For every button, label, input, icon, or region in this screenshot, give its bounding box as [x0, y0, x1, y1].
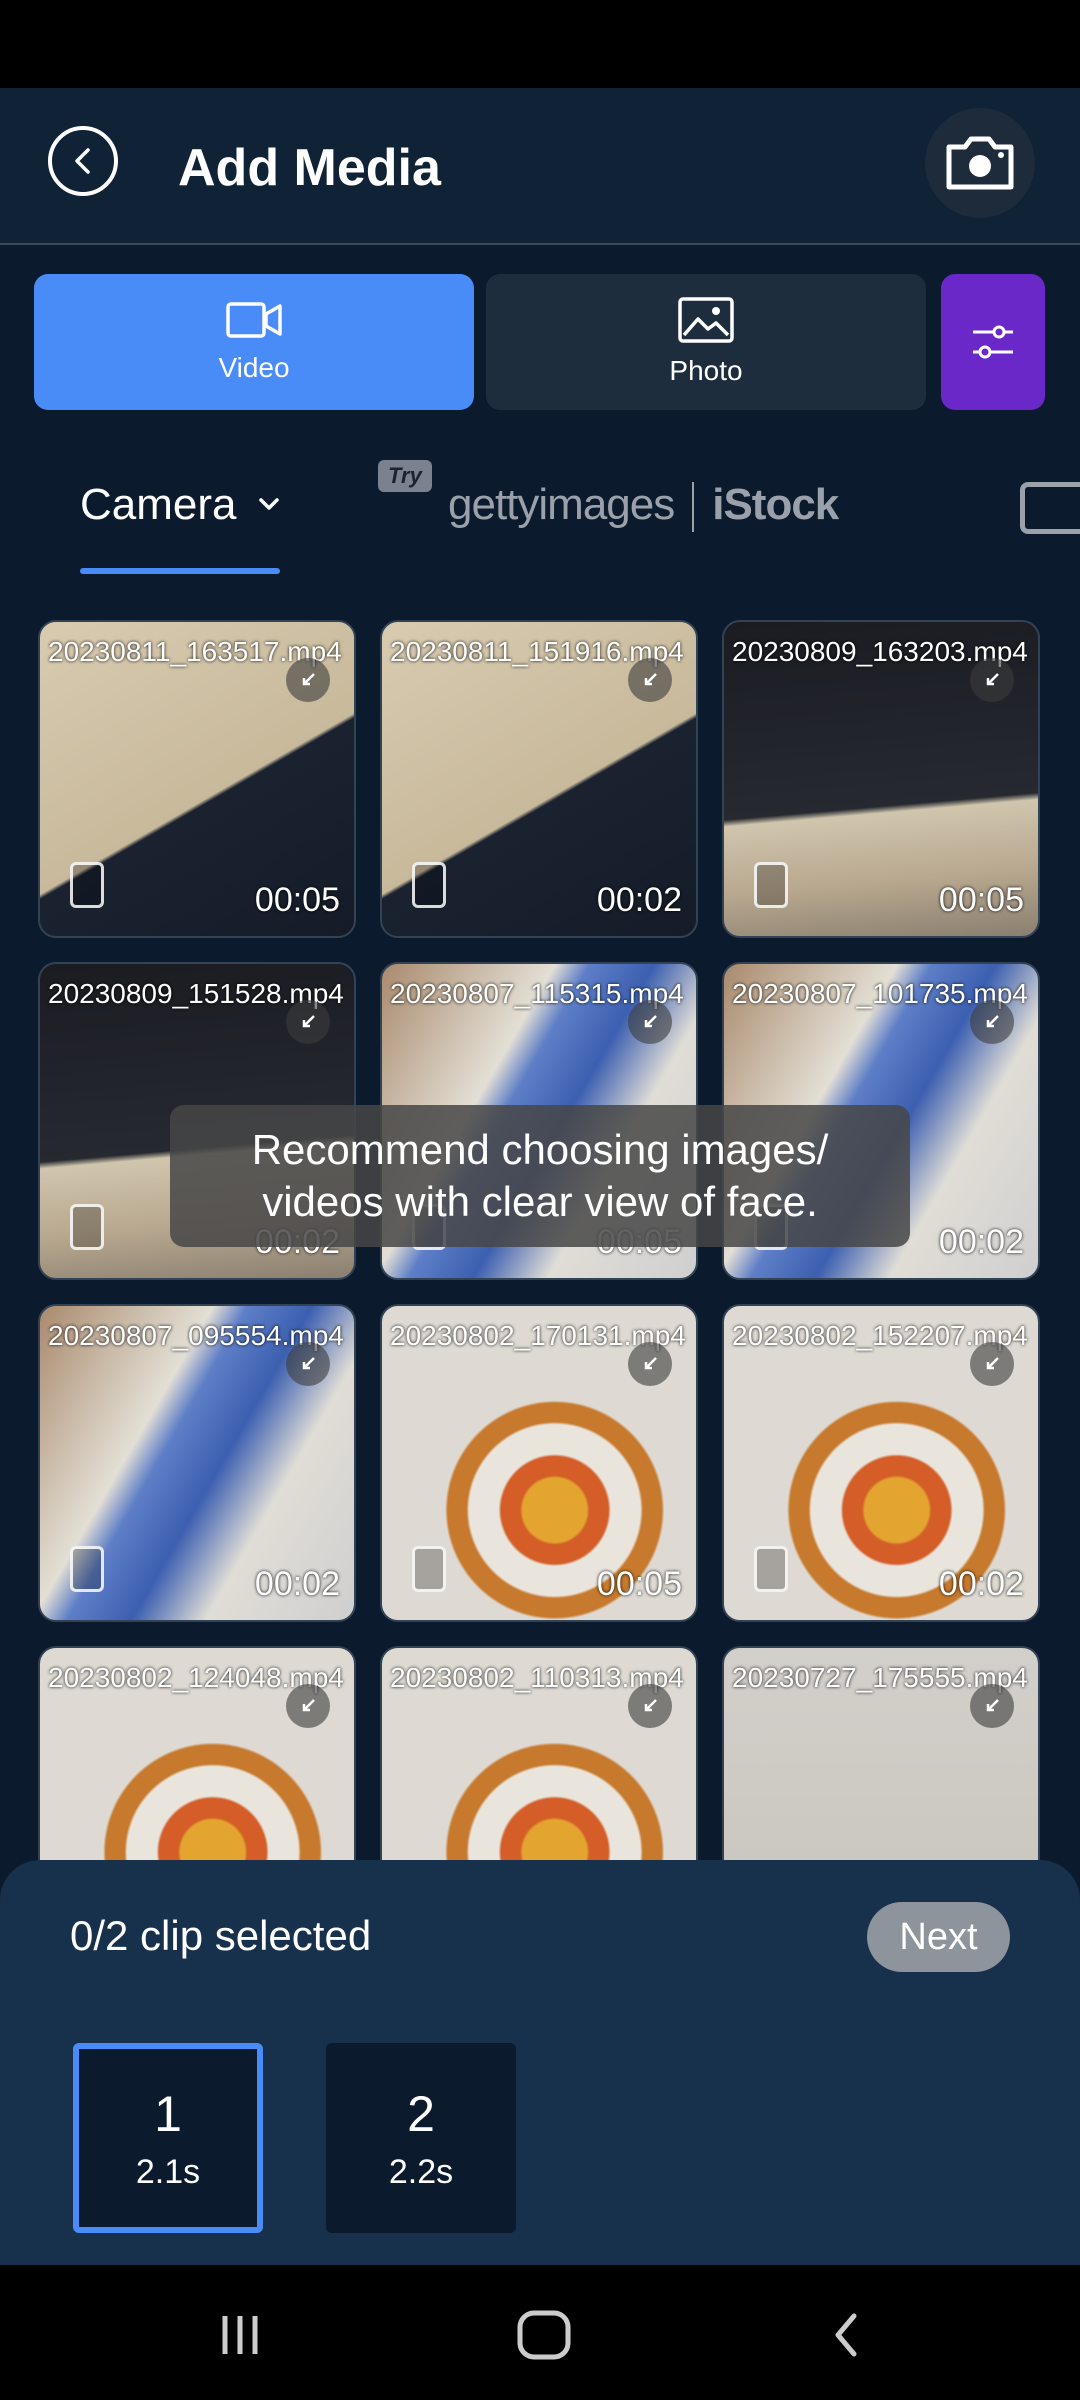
header: Add Media — [0, 88, 1080, 245]
media-duration: 00:02 — [596, 881, 682, 919]
clip-slot-1[interactable]: 1 2.1s — [73, 2043, 263, 2233]
media-item[interactable]: 20230811_151916.mp4 00:02 — [380, 620, 698, 938]
tab-video[interactable]: Video — [34, 274, 474, 410]
back-nav-button[interactable] — [806, 2305, 886, 2365]
shrink-icon[interactable] — [970, 658, 1014, 702]
filter-button[interactable] — [941, 274, 1045, 410]
clip-slot-2[interactable]: 2 2.2s — [326, 2043, 516, 2233]
recommend-toast: Recommend choosing images/ videos with c… — [170, 1105, 910, 1247]
camera-icon — [946, 136, 1014, 190]
media-item[interactable]: 20230727_175555.mp4 — [722, 1646, 1040, 1860]
shrink-icon[interactable] — [628, 658, 672, 702]
film-icon — [70, 862, 104, 908]
film-icon — [70, 1204, 104, 1250]
recents-icon — [222, 2316, 258, 2354]
mode-tabs: Video Photo — [0, 274, 1080, 412]
film-icon — [412, 862, 446, 908]
media-item[interactable]: 20230809_163203.mp4 00:05 — [722, 620, 1040, 938]
clip-slot-length: 2.2s — [388, 2152, 454, 2191]
media-item[interactable]: 20230811_163517.mp4 00:05 — [38, 620, 356, 938]
media-duration: 00:02 — [254, 1565, 340, 1603]
next-button[interactable]: Next — [867, 1902, 1010, 1972]
status-bar — [0, 0, 1080, 88]
media-item[interactable]: 20230802_152207.mp4 00:02 — [722, 1304, 1040, 1622]
shrink-icon[interactable] — [628, 1684, 672, 1728]
source-camera-label: Camera — [80, 480, 237, 529]
clip-slot-number: 1 — [154, 2085, 182, 2142]
source-camera-dropdown[interactable]: Camera — [80, 470, 289, 574]
filter-icon — [973, 325, 1013, 359]
selection-panel: 0/2 clip selected Next 1 2.1s 2 2.2s — [0, 1860, 1080, 2265]
recents-button[interactable] — [200, 2305, 280, 2365]
shrink-icon[interactable] — [286, 1342, 330, 1386]
istock-logo: iStock — [712, 480, 839, 529]
clip-selected-count: 0/2 clip selected — [70, 1912, 372, 1959]
media-item[interactable]: 20230802_110313.mp4 — [380, 1646, 698, 1860]
source-underline — [80, 568, 280, 574]
media-duration: 00:05 — [938, 881, 1024, 919]
shrink-icon[interactable] — [970, 1342, 1014, 1386]
clip-slot-length: 2.1s — [135, 2152, 201, 2191]
media-duration: 00:05 — [254, 881, 340, 919]
media-duration: 00:02 — [938, 1223, 1024, 1261]
getty-logo: gettyimages — [448, 480, 675, 529]
home-icon — [517, 2310, 571, 2360]
system-nav-bar — [0, 2265, 1080, 2400]
more-source-icon[interactable] — [1020, 482, 1080, 534]
tab-photo-label: Photo — [669, 355, 743, 386]
shrink-icon[interactable] — [286, 658, 330, 702]
film-icon — [754, 1546, 788, 1592]
chevron-down-icon — [258, 498, 279, 510]
film-icon — [754, 862, 788, 908]
media-item[interactable]: 20230807_095554.mp4 00:02 — [38, 1304, 356, 1622]
media-item[interactable]: 20230802_170131.mp4 00:05 — [380, 1304, 698, 1622]
source-row: Camera Try gettyimages iStock — [0, 440, 1080, 574]
back-icon — [75, 148, 90, 174]
tab-video-label: Video — [218, 352, 290, 383]
video-icon — [226, 302, 282, 338]
try-badge: Try — [378, 460, 432, 492]
shrink-icon[interactable] — [628, 1000, 672, 1044]
chevron-left-icon — [835, 2313, 857, 2357]
shrink-icon[interactable] — [970, 1684, 1014, 1728]
tab-photo[interactable]: Photo — [486, 274, 926, 410]
media-duration: 00:05 — [596, 1565, 682, 1603]
film-icon — [412, 1546, 446, 1592]
getty-istock-source[interactable]: gettyimages iStock — [448, 480, 839, 533]
logo-divider — [692, 482, 695, 533]
photo-icon — [678, 297, 734, 343]
media-item[interactable]: 20230802_124048.mp4 — [38, 1646, 356, 1860]
shrink-icon[interactable] — [286, 1000, 330, 1044]
back-button[interactable] — [48, 126, 118, 196]
clip-slot-number: 2 — [407, 2085, 435, 2142]
camera-button[interactable] — [925, 108, 1035, 218]
home-button[interactable] — [504, 2305, 584, 2365]
film-icon — [70, 1546, 104, 1592]
page-title: Add Media — [178, 139, 441, 197]
shrink-icon[interactable] — [628, 1342, 672, 1386]
shrink-icon[interactable] — [286, 1684, 330, 1728]
media-duration: 00:02 — [938, 1565, 1024, 1603]
shrink-icon[interactable] — [970, 1000, 1014, 1044]
